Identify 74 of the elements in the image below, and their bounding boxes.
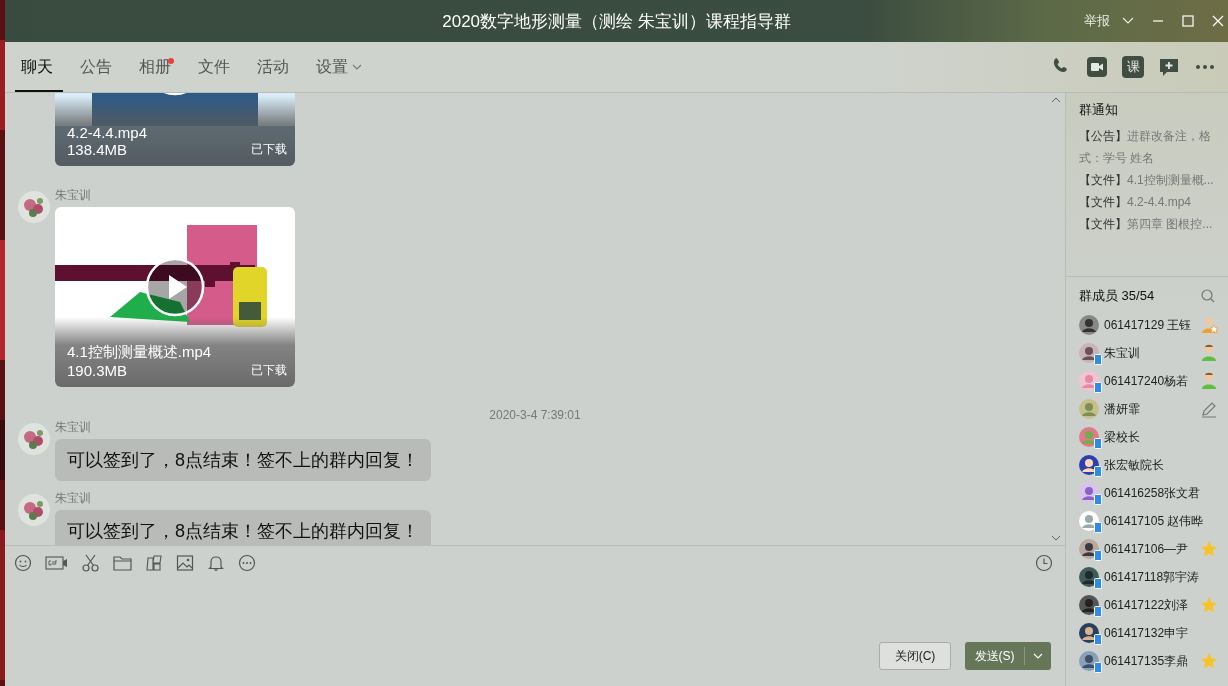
message-bubble: 可以签到了，8点结束！签不上的群内回复！ bbox=[55, 510, 431, 545]
avatar bbox=[1079, 315, 1099, 335]
file-size: 138.4MB bbox=[67, 141, 129, 158]
tab[interactable]: 聊天 bbox=[15, 42, 63, 92]
shapes-icon[interactable] bbox=[145, 554, 163, 572]
tab[interactable]: 公告 bbox=[74, 42, 122, 92]
member-name[interactable]: 张宏敏院长 bbox=[1104, 456, 1218, 474]
add-message-icon[interactable] bbox=[1158, 56, 1180, 78]
admin-icon bbox=[1200, 344, 1218, 362]
history-icon[interactable] bbox=[1035, 554, 1053, 572]
tab[interactable]: 活动 bbox=[251, 42, 299, 92]
file-name: 4.2-4.4.mp4 bbox=[67, 124, 148, 141]
avatar bbox=[18, 191, 50, 223]
notice-item[interactable]: 【文件】4.2-4.4.mp4 bbox=[1079, 191, 1228, 213]
notice-item[interactable]: 【公告】进群改备注，格式：学号 姓名 bbox=[1079, 125, 1228, 169]
notice-item[interactable]: 【文件】4.1控制测量概... bbox=[1079, 169, 1228, 191]
member-name[interactable]: 061417118郭宇涛 bbox=[1104, 568, 1218, 586]
emoji-icon[interactable] bbox=[14, 554, 32, 572]
member-name[interactable]: 朱宝训 bbox=[1104, 344, 1200, 362]
close-icon[interactable] bbox=[1212, 15, 1224, 27]
timestamp: 2020-3-4 7:39:01 bbox=[489, 408, 581, 422]
member-name[interactable]: 061417129 王钰 bbox=[1104, 316, 1200, 334]
scroll-up-icon[interactable] bbox=[1051, 97, 1061, 103]
section-title: 群通知 bbox=[1079, 101, 1119, 119]
search-icon[interactable] bbox=[1201, 289, 1215, 303]
maximize-icon[interactable] bbox=[1182, 15, 1194, 27]
video-card[interactable]: 4.1控制测量概述.mp4 190.3MB 已下载 bbox=[55, 207, 295, 387]
avatar bbox=[1079, 399, 1099, 419]
avatar bbox=[18, 423, 50, 455]
close-button[interactable]: 关闭(C) bbox=[879, 642, 951, 670]
play-icon[interactable] bbox=[145, 257, 205, 317]
admin-icon bbox=[1200, 372, 1218, 390]
bell-icon[interactable] bbox=[207, 554, 225, 572]
scroll-down-icon[interactable] bbox=[1051, 535, 1061, 541]
member-name[interactable]: 061417122刘泽 bbox=[1104, 596, 1200, 614]
sender-name: 朱宝训 bbox=[55, 187, 92, 204]
tab[interactable]: 设置 bbox=[310, 42, 372, 92]
tab[interactable]: 相册 bbox=[133, 42, 181, 92]
image-icon[interactable] bbox=[176, 554, 194, 572]
owner-icon bbox=[1200, 316, 1218, 334]
file-size: 190.3MB bbox=[67, 362, 129, 379]
file-name: 4.1控制测量概述.mp4 bbox=[67, 343, 212, 362]
star-icon bbox=[1200, 596, 1218, 614]
video-card[interactable]: 4.2-4.4.mp4 138.4MB 已下载 bbox=[55, 93, 295, 166]
section-title: 群成员 35/54 bbox=[1079, 287, 1155, 305]
star-icon bbox=[1200, 540, 1218, 558]
member-name[interactable]: 潘妍霏 bbox=[1104, 400, 1200, 418]
star-icon bbox=[1200, 652, 1218, 670]
download-status: 已下载 bbox=[251, 141, 287, 158]
pencil-icon bbox=[1200, 400, 1218, 418]
video-call-icon[interactable] bbox=[1086, 56, 1108, 78]
folder-icon[interactable] bbox=[113, 554, 132, 572]
member-name[interactable]: 061417105 赵伟晔 bbox=[1104, 512, 1218, 530]
avatar bbox=[18, 494, 50, 526]
sender-name: 朱宝训 bbox=[55, 490, 92, 507]
member-name[interactable]: 061417132申宇 bbox=[1104, 624, 1218, 642]
download-status: 已下载 bbox=[251, 362, 287, 379]
dropdown-icon[interactable] bbox=[1122, 17, 1134, 25]
gif-icon[interactable] bbox=[45, 554, 68, 572]
member-name[interactable]: 061416258张文君 bbox=[1104, 484, 1218, 502]
member-name[interactable]: 梁校长 bbox=[1104, 428, 1218, 446]
sender-name: 朱宝训 bbox=[55, 419, 92, 436]
report-link[interactable]: 举报 bbox=[1084, 12, 1110, 30]
tab[interactable]: 文件 bbox=[192, 42, 240, 92]
member-name[interactable]: 061417240杨若 bbox=[1104, 372, 1200, 390]
scissors-icon[interactable] bbox=[81, 554, 100, 572]
member-name[interactable]: 061417135李鼎 bbox=[1104, 652, 1200, 670]
more-icon[interactable] bbox=[238, 554, 256, 572]
notice-item[interactable]: 【文件】第四章 图根控... bbox=[1079, 213, 1228, 235]
member-name[interactable]: 061417106—尹 bbox=[1104, 540, 1200, 558]
caret-icon bbox=[1033, 653, 1043, 659]
message-bubble: 可以签到了，8点结束！签不上的群内回复！ bbox=[55, 439, 431, 481]
course-button[interactable]: 课 bbox=[1122, 56, 1144, 78]
window-title: 2020数字地形测量（测绘 朱宝训）课程指导群 bbox=[442, 10, 791, 33]
